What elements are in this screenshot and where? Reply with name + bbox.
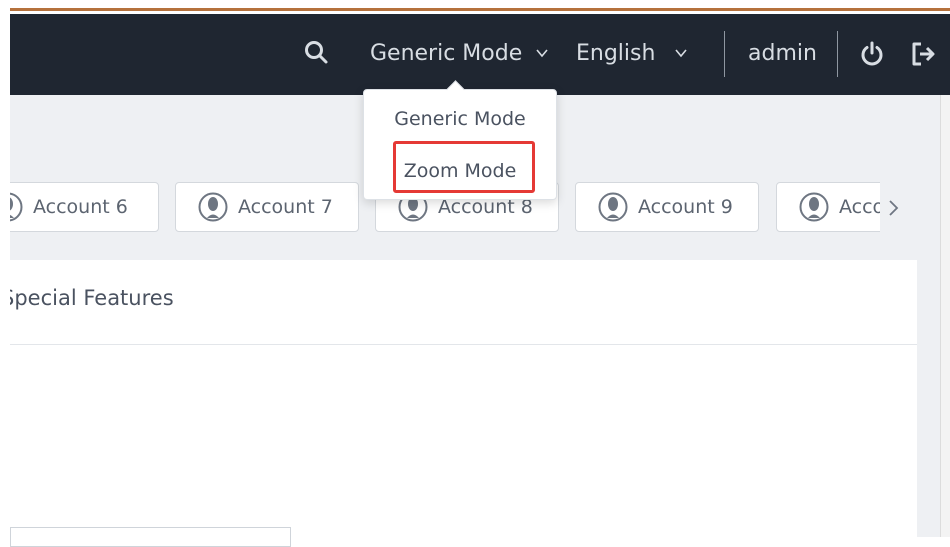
chevron-down-icon — [675, 49, 688, 58]
user-name: admin — [748, 40, 817, 66]
highlight-annotation — [393, 141, 535, 193]
account-tab-label: Account 6 — [33, 196, 128, 218]
user-menu[interactable]: admin — [748, 38, 817, 68]
mode-selector[interactable]: Generic Mode — [370, 38, 550, 68]
section-header: Special Features — [10, 260, 917, 345]
language-selector-label: English — [576, 40, 656, 66]
account-tab[interactable]: Account 7 — [175, 182, 359, 232]
account-tab[interactable]: Account 9 — [575, 182, 759, 232]
account-tab[interactable]: Account 10 — [776, 182, 880, 232]
section-title: Special Features — [10, 286, 174, 310]
account-tab-label: Account 9 — [638, 196, 733, 218]
scrollbar[interactable] — [940, 95, 950, 537]
chevron-right-icon[interactable] — [884, 196, 904, 220]
language-selector[interactable]: English — [576, 38, 689, 68]
account-icon — [799, 192, 829, 222]
search-icon[interactable] — [303, 39, 329, 65]
account-tab[interactable]: Account 6 — [10, 182, 159, 232]
account-tab-label: Account 7 — [238, 196, 333, 218]
navbar-divider — [724, 31, 725, 77]
account-icon — [598, 192, 628, 222]
special-features-panel: Special Features — [10, 260, 917, 537]
navbar-divider — [837, 31, 838, 77]
top-accent-bar — [0, 0, 950, 14]
logout-icon[interactable] — [910, 41, 938, 67]
mode-option-generic[interactable]: Generic Mode — [364, 108, 556, 130]
chevron-down-icon — [536, 49, 548, 58]
account-icon — [198, 192, 228, 222]
power-icon[interactable] — [858, 40, 886, 68]
account-tab-label: Account 10 — [839, 196, 880, 218]
input-field[interactable] — [10, 527, 291, 547]
account-icon — [10, 192, 23, 222]
mode-selector-label: Generic Mode — [370, 40, 523, 66]
